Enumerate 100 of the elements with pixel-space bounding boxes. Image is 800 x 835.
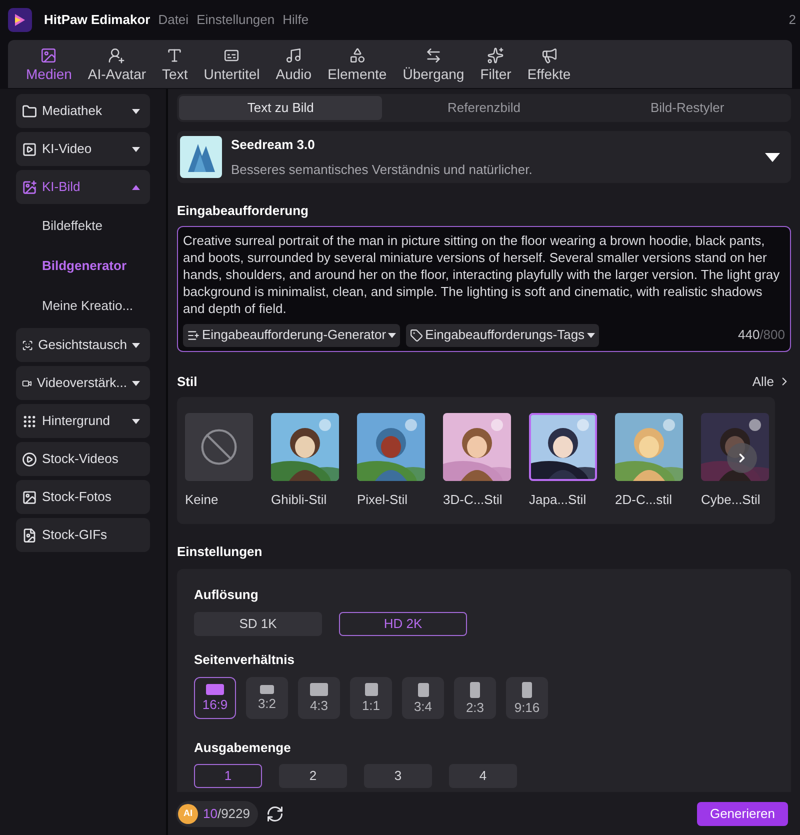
output-count-option[interactable]: 3 xyxy=(364,764,432,788)
sidebar-icon xyxy=(22,414,37,428)
output-count-label: Ausgabemenge xyxy=(194,738,292,757)
caret-icon xyxy=(132,342,140,348)
output-count-option[interactable]: 4 xyxy=(449,764,517,788)
prompt-generator-dropdown[interactable]: Eingabeaufforderung-Generator xyxy=(183,324,400,346)
toolbar-tab[interactable]: Text xyxy=(154,47,196,88)
style-option[interactable]: Japa...Stil xyxy=(529,413,597,510)
ratio-shape-icon xyxy=(310,683,328,696)
mode-tab[interactable]: Bild-Restyler xyxy=(586,96,789,120)
sidebar-subitem[interactable]: Bildeffekte xyxy=(16,208,150,244)
sidebar-item[interactable]: KI-Bild xyxy=(16,170,150,204)
caret-icon xyxy=(132,418,140,424)
sidebar-icon xyxy=(22,180,37,194)
ratio-shape-icon xyxy=(206,684,224,695)
sidebar-item[interactable]: Videoverstärk... xyxy=(16,366,150,400)
toolbar-icon xyxy=(166,47,184,64)
settings-label: Einstellungen xyxy=(177,543,264,561)
resolution-label: Auflösung xyxy=(194,586,260,604)
sidebar-item[interactable]: Hintergrund xyxy=(16,404,150,438)
prompt-tags-dropdown[interactable]: Eingabeaufforderungs-Tags xyxy=(406,324,599,346)
toolbar-tab[interactable]: Untertitel xyxy=(196,47,268,88)
sidebar-item[interactable]: Gesichtstausch xyxy=(16,328,150,362)
toolbar-tab[interactable]: Audio xyxy=(268,47,320,88)
toolbar-tab[interactable]: Effekte xyxy=(519,47,579,88)
style-option[interactable]: Ghibli-Stil xyxy=(271,413,339,510)
toolbar-tab[interactable]: Medien xyxy=(18,47,80,88)
toolbar-tab[interactable]: AI-Avatar xyxy=(80,47,154,88)
app-logo-icon xyxy=(8,8,32,32)
tag-icon xyxy=(410,328,424,342)
credits-count: 10/9229 xyxy=(203,804,250,823)
ratio-shape-icon xyxy=(470,682,480,698)
toolbar-tab[interactable]: Filter xyxy=(472,47,520,88)
sidebar-item[interactable]: Stock-Videos xyxy=(16,442,150,476)
ratio-shape-icon xyxy=(260,685,274,694)
toolbar-icon xyxy=(40,47,58,64)
toolbar-tab[interactable]: Elemente xyxy=(320,47,395,88)
toolbar-icon xyxy=(424,47,442,64)
aspect-ratio-option[interactable]: 4:3 xyxy=(298,676,340,718)
refresh-icon[interactable] xyxy=(266,804,284,822)
style-option[interactable]: 3D-C...Stil xyxy=(443,413,511,510)
prompt-field[interactable]: Creative surreal portrait of the man in picture sitting on the floor wearing a brown hoodie, black pants, and boots, surrounded by several miniature versions of herself. Several smaller versions stand on her hands, shoulders, and around her on the floor, interacting playfully with the larger version. The light gray background is minimalist, clean, and simple. The lighting is soft and cinematic, with realistic shadows and depth of field. Eingabeaufforderung-Generator Eingabeaufforderungs-Tags 440/800 xyxy=(177,226,791,352)
dropdown-icon xyxy=(765,152,780,162)
style-option[interactable]: Pixel-Stil xyxy=(357,413,425,510)
title-bar-text: 2 xyxy=(788,11,796,30)
model-name: Seedream 3.0 xyxy=(231,136,316,154)
sidebar-subitem[interactable]: Meine Kreatio... xyxy=(16,288,150,324)
output-count-option[interactable]: 2 xyxy=(279,764,347,788)
style-option[interactable]: 2D-C...stil xyxy=(615,413,683,510)
menu-item[interactable]: Hilfe xyxy=(282,10,309,30)
toolbar-icon xyxy=(108,47,126,64)
aspect-ratio-option[interactable]: 16:9 xyxy=(194,676,236,718)
menu-item[interactable]: Einstellungen xyxy=(196,10,275,30)
toolbar-icon xyxy=(540,47,558,64)
sidebar-icon xyxy=(22,528,37,542)
list-plus-icon xyxy=(187,328,200,342)
sidebar-subitem[interactable]: Bildgenerator xyxy=(16,248,150,284)
caret-icon xyxy=(586,332,595,338)
toolbar-icon xyxy=(285,47,302,64)
aspect-ratio-option[interactable]: 2:3 xyxy=(454,676,496,718)
sidebar-item[interactable]: Stock-GIFs xyxy=(16,518,150,552)
toolbar-icon xyxy=(223,47,240,64)
caret-icon xyxy=(388,332,396,338)
menu-item[interactable]: Datei xyxy=(158,10,189,30)
caret-icon xyxy=(132,380,140,386)
mountain-logo-icon xyxy=(180,136,222,178)
toolbar-icon xyxy=(487,47,504,64)
aspect-ratio-option[interactable]: 3:2 xyxy=(246,676,288,718)
sidebar-item[interactable]: KI-Video xyxy=(16,132,150,166)
model-description: Besseres semantisches Verständnis und natürlicher. xyxy=(231,160,534,178)
sidebar-icon xyxy=(22,142,37,156)
caret-icon xyxy=(132,108,140,114)
mode-tab[interactable]: Referenzbild xyxy=(382,96,586,120)
app-title: HitPaw Edimakor xyxy=(44,11,150,30)
sidebar-icon xyxy=(22,104,37,118)
resolution-option[interactable]: HD 2K xyxy=(339,612,467,636)
character-count: 440/800 xyxy=(738,326,785,344)
coin-badge: AI xyxy=(178,804,198,824)
ratio-shape-icon xyxy=(364,683,378,696)
prompt-label: Eingabeaufforderung xyxy=(177,202,310,220)
sidebar-item[interactable]: Mediathek xyxy=(16,94,150,128)
resolution-option[interactable]: SD 1K xyxy=(194,612,322,636)
aspect-ratio-option[interactable]: 3:4 xyxy=(402,676,444,718)
toolbar-tab[interactable]: Übergang xyxy=(394,47,472,88)
toolbar-icon xyxy=(348,47,366,64)
all-styles-link[interactable]: Alle xyxy=(752,372,791,391)
ratio-shape-icon xyxy=(522,682,532,698)
sidebar-item[interactable]: Stock-Fotos xyxy=(16,480,150,514)
caret-icon xyxy=(132,146,140,152)
aspect-ratio-option[interactable]: 1:1 xyxy=(350,676,392,718)
output-count-option[interactable]: 1 xyxy=(194,764,262,788)
caret-icon xyxy=(132,184,140,190)
sidebar-icon xyxy=(22,490,37,504)
model-selector[interactable]: Seedream 3.0 Besseres semantisches Verständnis und natürlicher. xyxy=(177,131,791,183)
mode-tab[interactable]: Text zu Bild xyxy=(179,96,382,120)
style-label: Stil xyxy=(177,372,198,390)
aspect-ratio-option[interactable]: 9:16 xyxy=(506,676,548,718)
none-icon xyxy=(199,427,239,467)
aspect-ratio-label: Seitenverhältnis xyxy=(194,651,296,669)
generate-button[interactable]: Generieren xyxy=(696,802,788,826)
